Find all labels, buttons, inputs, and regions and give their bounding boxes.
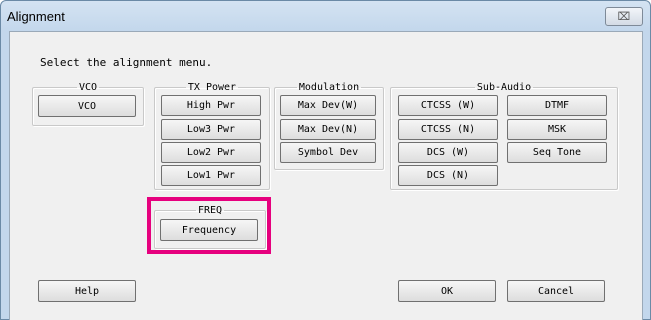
- seq-tone-button[interactable]: Seq Tone: [507, 142, 607, 163]
- close-button[interactable]: ⌧: [605, 7, 643, 26]
- low1-pwr-label: Low1 Pwr: [186, 170, 236, 181]
- window-title: Alignment: [7, 9, 65, 24]
- sub-audio-legend: Sub-Audio: [476, 82, 532, 93]
- title-bar: Alignment ⌧: [1, 1, 650, 31]
- symbol-dev-label: Symbol Dev: [297, 147, 359, 158]
- close-icon: ⌧: [617, 10, 631, 23]
- max-dev-n-label: Max Dev(N): [297, 124, 359, 135]
- ctcss-n-button[interactable]: CTCSS (N): [398, 119, 498, 140]
- frequency-label: Frequency: [181, 224, 237, 236]
- low3-pwr-button[interactable]: Low3 Pwr: [161, 119, 261, 140]
- cancel-button[interactable]: Cancel: [507, 280, 605, 302]
- dcs-n-label: DCS (N): [426, 170, 470, 181]
- vco-legend: VCO: [78, 82, 98, 93]
- max-dev-w-label: Max Dev(W): [297, 100, 359, 111]
- seq-tone-label: Seq Tone: [532, 147, 582, 158]
- max-dev-n-button[interactable]: Max Dev(N): [280, 119, 376, 140]
- dtmf-label: DTMF: [544, 100, 570, 111]
- dcs-n-button[interactable]: DCS (N): [398, 165, 498, 186]
- high-pwr-label: High Pwr: [186, 100, 236, 111]
- low2-pwr-button[interactable]: Low2 Pwr: [161, 142, 261, 163]
- vco-button-label: VCO: [77, 100, 97, 112]
- msk-button[interactable]: MSK: [507, 119, 607, 140]
- ok-label: OK: [440, 285, 454, 297]
- max-dev-w-button[interactable]: Max Dev(W): [280, 95, 376, 116]
- cancel-label: Cancel: [537, 285, 575, 297]
- tx-power-legend: TX Power: [187, 82, 237, 93]
- dcs-w-label: DCS (W): [426, 147, 470, 158]
- help-button[interactable]: Help: [38, 280, 136, 302]
- low1-pwr-button[interactable]: Low1 Pwr: [161, 165, 261, 186]
- low2-pwr-label: Low2 Pwr: [186, 147, 236, 158]
- dtmf-button[interactable]: DTMF: [507, 95, 607, 116]
- msk-label: MSK: [547, 124, 567, 135]
- ctcss-n-label: CTCSS (N): [420, 124, 476, 135]
- help-label: Help: [74, 285, 100, 297]
- ctcss-w-label: CTCSS (W): [420, 100, 476, 111]
- low3-pwr-label: Low3 Pwr: [186, 124, 236, 135]
- modulation-legend: Modulation: [298, 82, 360, 93]
- ctcss-w-button[interactable]: CTCSS (W): [398, 95, 498, 116]
- high-pwr-button[interactable]: High Pwr: [161, 95, 261, 116]
- instruction-text: Select the alignment menu.: [40, 56, 213, 69]
- freq-legend: FREQ: [197, 205, 223, 216]
- vco-button[interactable]: VCO: [38, 95, 136, 117]
- ok-button[interactable]: OK: [398, 280, 496, 302]
- symbol-dev-button[interactable]: Symbol Dev: [280, 142, 376, 163]
- dcs-w-button[interactable]: DCS (W): [398, 142, 498, 163]
- frequency-button[interactable]: Frequency: [160, 219, 258, 241]
